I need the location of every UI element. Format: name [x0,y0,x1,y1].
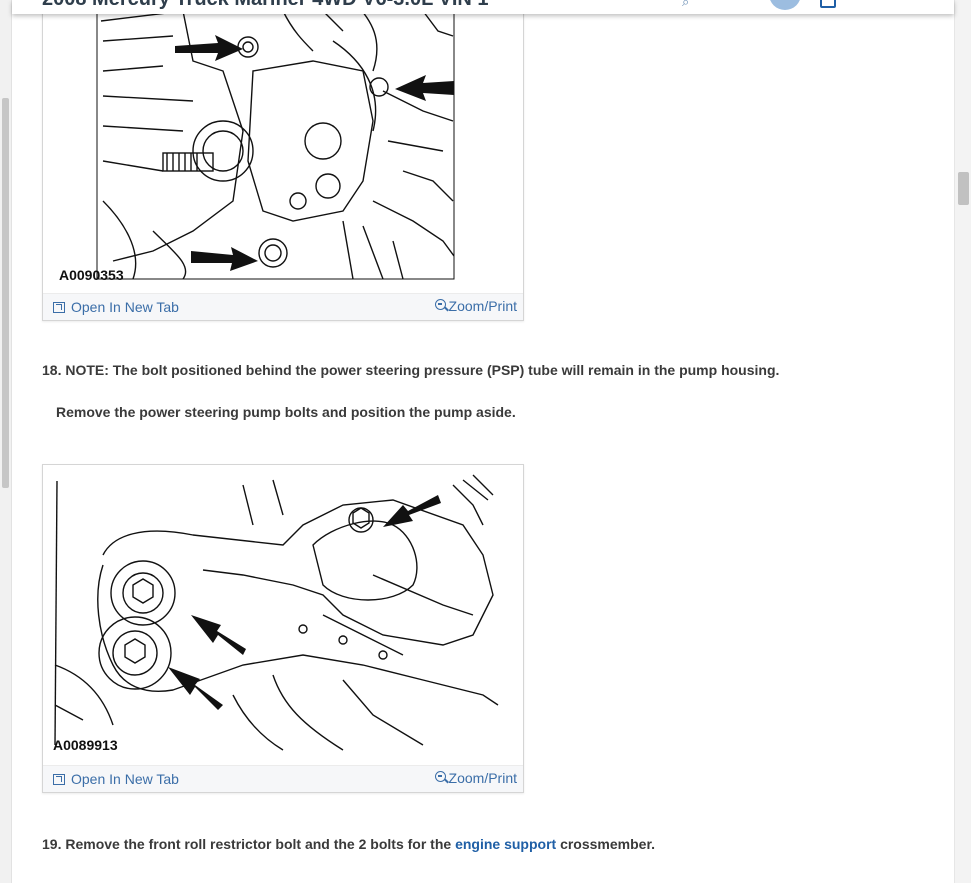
open-in-new-tab-link[interactable]: Open In New Tab [53,771,179,787]
open-in-new-tab-label: Open In New Tab [71,771,179,787]
document-icon[interactable] [820,0,836,8]
zoom-print-label: Zoom/Print [448,298,517,314]
figure-drawing: A0089913 [43,465,523,765]
step-19-after: crossmember. [556,836,656,852]
figure-id: A0089913 [53,737,118,753]
step-18-sub: Remove the power steering pump bolts and… [56,404,516,420]
open-in-new-tab-icon [53,773,65,785]
pump-bolts-drawing [96,1,455,280]
figure-toolbar: Open In New Tab Zoom/Print [43,765,523,792]
roll-restrictor-drawing [54,474,499,751]
avatar[interactable] [769,0,801,10]
engine-support-link[interactable]: engine support [455,836,556,852]
step-18-text: 18. NOTE: The bolt positioned behind the… [42,362,780,378]
step-19-before: 19. Remove the front roll restrictor bol… [42,836,456,852]
step-19-text: 19. Remove the front roll restrictor bol… [42,836,655,852]
open-in-new-tab-icon [53,301,65,313]
left-rail [0,0,12,883]
open-in-new-tab-link[interactable]: Open In New Tab [53,299,179,315]
vertical-scrollbar[interactable] [954,0,971,883]
left-rail-thumb[interactable] [2,98,9,488]
figure-drawing: A0090353 [43,1,523,293]
zoom-print-link[interactable]: Zoom/Print [434,770,517,786]
figure-toolbar: Open In New Tab Zoom/Print [43,293,523,320]
figure-id: A0090353 [59,267,124,283]
zoom-print-label: Zoom/Print [448,770,517,786]
zoom-in-icon [434,298,446,310]
figure-a0089913: A0089913 Open In New Tab Zoom/Print [42,464,524,793]
zoom-in-icon [434,770,446,782]
scrollbar-thumb[interactable] [958,172,969,205]
figure-a0090353: A0090353 Open In New Tab Zoom/Print [42,0,524,321]
open-in-new-tab-label: Open In New Tab [71,299,179,315]
page-title: 2008 Mercury Truck Mariner 4WD V6-3.0L V… [42,0,489,11]
search-icon[interactable]: ⌕ [682,0,696,9]
page-header: 2008 Mercury Truck Mariner 4WD V6-3.0L V… [12,0,954,14]
zoom-print-link[interactable]: Zoom/Print [434,298,517,314]
